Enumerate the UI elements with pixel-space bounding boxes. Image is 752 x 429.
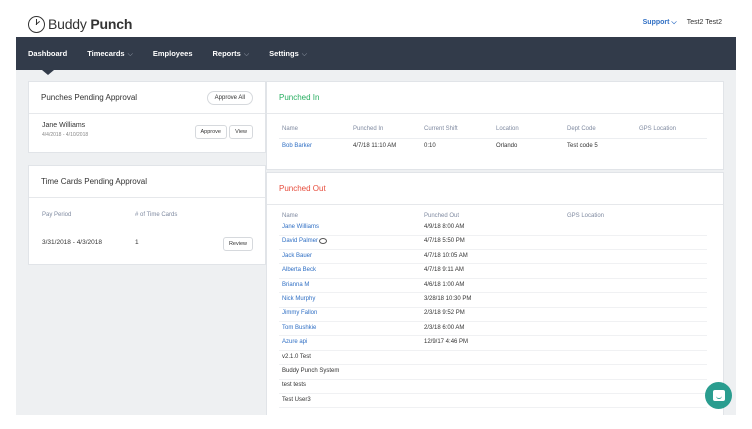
card-header: Time Cards Pending Approval: [29, 166, 265, 198]
employee-name: Test User3: [282, 396, 311, 403]
user-menu[interactable]: Test2 Test2: [687, 19, 722, 27]
dept-code-value: Test code 5: [567, 143, 598, 149]
nav-employees[interactable]: Employees: [153, 49, 193, 58]
punched-in-table: Name Punched In Current Shift Location D…: [267, 114, 723, 169]
punched-out-time: 2/3/18 6:00 AM: [424, 324, 465, 331]
employee-link[interactable]: Jane Williams: [282, 224, 319, 230]
punched-out-time: 4/6/18 1:00 AM: [424, 281, 465, 288]
table-row: Jack Bauer 4/7/18 10:05 AM: [279, 250, 707, 265]
card-title: Punched Out: [279, 184, 326, 193]
current-shift-value: 0:10: [424, 143, 436, 149]
column-name: Name: [282, 126, 299, 132]
time-card-count: 1: [135, 239, 139, 246]
table-row: David Palmer 4/7/18 5:50 PM: [279, 235, 707, 250]
employee-link-bob-barker[interactable]: Bob Barker: [282, 143, 312, 149]
table-row: Test User3: [279, 394, 707, 409]
punched-in-time: 4/7/18 11:10 AM: [353, 143, 397, 149]
chat-bubble-icon: [712, 390, 725, 401]
employee-link[interactable]: Alberta Beck: [282, 267, 316, 273]
app-window: Buddy Punch Support ⌵ Test2 Test2 Dashbo…: [16, 11, 736, 415]
nav-timecards[interactable]: Timecards ⌵: [87, 49, 133, 59]
punches-pending-card: Punches Pending Approval Approve All Jan…: [28, 81, 266, 153]
punched-in-card: Punched In Name Punched In Current Shift…: [266, 81, 724, 170]
punched-out-time: 12/9/17 4:46 PM: [424, 339, 469, 346]
table-row: v2.1.0 Test: [279, 351, 707, 366]
employee-name: v2.1.0 Test: [282, 353, 311, 360]
employee-name: test tests: [282, 382, 307, 389]
header-divider: [279, 138, 707, 139]
timecards-table: Pay Period # of Time Cards 3/31/2018 - 4…: [29, 198, 265, 264]
chevron-down-icon: ⌵: [301, 50, 308, 58]
timecards-pending-card: Time Cards Pending Approval Pay Period #…: [28, 165, 266, 265]
table-row: Nick Murphy 3/28/18 10:30 PM: [279, 293, 707, 308]
punched-out-time: 2/3/18 9:52 PM: [424, 310, 465, 317]
clock-logo-icon: [28, 15, 45, 33]
approve-all-button[interactable]: Approve All: [206, 91, 253, 105]
punched-out-time: 4/9/18 8:00 AM: [424, 224, 465, 230]
column-dept-code: Dept Code: [567, 126, 596, 132]
column-current-shift: Current Shift: [424, 126, 458, 132]
table-row: Jane Williams 4/9/18 8:00 AM: [279, 221, 707, 236]
nav-reports[interactable]: Reports ⌵: [213, 49, 250, 59]
employee-link[interactable]: Nick Murphy: [282, 296, 315, 302]
chat-widget-button[interactable]: [705, 382, 732, 409]
review-button[interactable]: Review: [222, 237, 253, 251]
employee-link[interactable]: Brianna M: [282, 282, 309, 288]
active-nav-pointer: [42, 70, 54, 75]
column-time-cards: # of Time Cards: [135, 212, 178, 218]
employee-link[interactable]: Azure api: [282, 339, 307, 345]
column-punched-out: Punched Out: [424, 213, 460, 219]
view-button[interactable]: View: [229, 125, 253, 139]
table-row: test tests: [279, 379, 707, 394]
pay-period-value: 3/31/2018 - 4/3/2018: [42, 239, 102, 246]
chevron-down-icon: ⌵: [127, 50, 133, 58]
employee-link[interactable]: Jack Bauer: [282, 253, 312, 259]
column-name: Name: [282, 213, 299, 219]
comment-icon[interactable]: [319, 237, 327, 244]
employee-link[interactable]: David Palmer: [282, 238, 318, 244]
column-pay-period: Pay Period: [42, 212, 72, 218]
table-row: Jimmy Fallon 2/3/18 9:52 PM: [279, 307, 707, 322]
chevron-down-icon: ⌵: [671, 19, 677, 26]
punched-out-time: 4/7/18 5:50 PM: [424, 238, 465, 245]
punched-out-time: 4/7/18 9:11 AM: [424, 267, 464, 274]
table-row: Azure api 12/9/17 4:46 PM: [279, 336, 707, 351]
table-row: Tom Bushkie 2/3/18 6:00 AM: [279, 322, 707, 337]
date-range: 4/4/2018 - 4/10/2018: [42, 132, 89, 138]
column-gps-location: GPS Location: [639, 126, 677, 132]
location-value: Orlando: [496, 143, 518, 149]
pending-punch-entry: Jane Williams 4/4/2018 - 4/10/2018 Appro…: [29, 114, 265, 152]
table-row: Buddy Punch System: [279, 365, 707, 380]
support-menu[interactable]: Support ⌵: [643, 19, 677, 27]
approve-button[interactable]: Approve: [194, 125, 227, 139]
logo[interactable]: Buddy Punch: [28, 15, 133, 33]
table-row: Brianna M 4/6/18 1:00 AM: [279, 279, 707, 294]
punched-out-table: Name Punched Out GPS Location Jane Willi…: [267, 205, 723, 415]
card-header: Punched In: [267, 82, 723, 114]
employee-link[interactable]: Tom Bushkie: [282, 325, 316, 331]
top-right-menu: Support ⌵ Test2 Test2: [643, 19, 722, 27]
table-row: Alberta Beck 4/7/18 9:11 AM: [279, 264, 707, 279]
punched-out-time: 3/28/18 10:30 PM: [424, 296, 472, 302]
punched-out-card: Punched Out Name Punched Out GPS Locatio…: [266, 172, 724, 415]
logo-text: Buddy Punch: [48, 16, 133, 32]
employee-link[interactable]: Jimmy Fallon: [282, 310, 317, 316]
card-header: Punches Pending Approval Approve All: [29, 82, 265, 114]
nav-settings[interactable]: Settings ⌵: [269, 49, 307, 59]
employee-name: Buddy Punch System: [282, 368, 340, 374]
card-title: Punched In: [279, 93, 320, 102]
main-nav: Dashboard Timecards ⌵ Employees Reports ⌵ …: [16, 37, 736, 75]
card-header: Punched Out: [267, 173, 723, 205]
employee-name: Jane Williams: [42, 122, 86, 129]
nav-dashboard[interactable]: Dashboard: [28, 49, 67, 58]
punched-out-time: 4/7/18 10:05 AM: [424, 252, 468, 259]
card-title: Punches Pending Approval: [41, 93, 138, 102]
column-gps-location: GPS Location: [567, 213, 605, 219]
column-punched-in: Punched In: [353, 126, 384, 132]
chevron-down-icon: ⌵: [243, 50, 250, 58]
top-bar: Buddy Punch Support ⌵ Test2 Test2: [16, 11, 736, 37]
column-location: Location: [496, 126, 519, 132]
card-title: Time Cards Pending Approval: [41, 177, 147, 186]
